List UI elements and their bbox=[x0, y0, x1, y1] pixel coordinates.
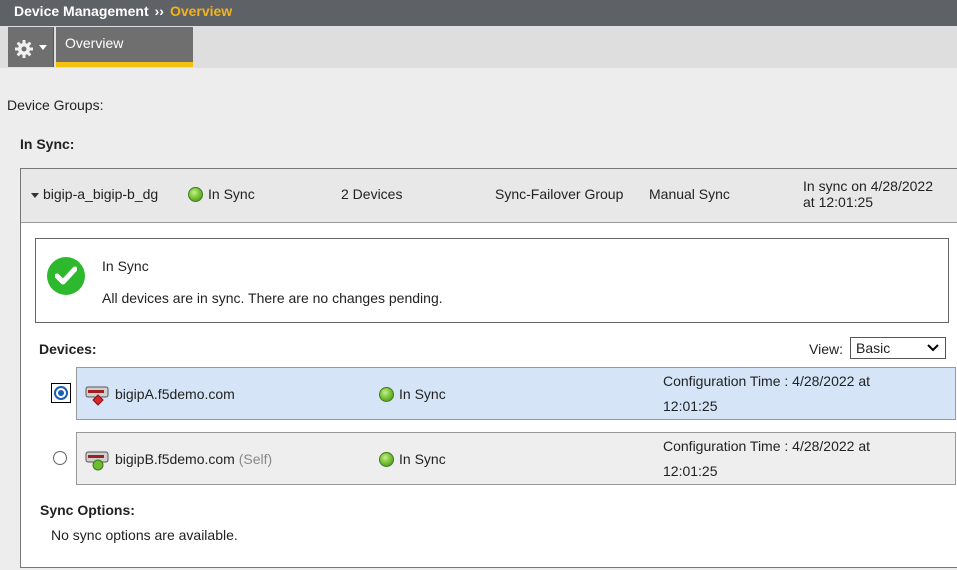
group-sync-type: Manual Sync bbox=[649, 186, 730, 202]
device-group-header[interactable]: bigip-a_bigip-b_dg In Sync 2 Devices Syn… bbox=[21, 169, 957, 223]
device-row[interactable]: bigipA.f5demo.com In Sync Configuration … bbox=[76, 367, 956, 420]
view-select-value: Basic bbox=[856, 340, 891, 356]
group-status-text: In Sync bbox=[208, 186, 255, 202]
group-last-sync: In sync on 4/28/2022 at 12:01:25 bbox=[803, 178, 933, 210]
tab-overview[interactable]: Overview bbox=[56, 27, 193, 67]
active-tab-indicator bbox=[56, 62, 193, 67]
devices-label: Devices: bbox=[39, 341, 97, 357]
sync-options-message: No sync options are available. bbox=[51, 527, 238, 543]
breadcrumb-separator: ›› bbox=[154, 3, 164, 19]
group-device-count: 2 Devices bbox=[341, 186, 403, 202]
device-radio-bigipA[interactable] bbox=[54, 386, 68, 400]
device-group-name[interactable]: bigip-a_bigip-b_dg bbox=[31, 186, 158, 202]
group-type: Sync-Failover Group bbox=[495, 186, 624, 202]
breadcrumb-current: Overview bbox=[169, 3, 233, 19]
tab-overview-label: Overview bbox=[65, 35, 124, 51]
device-config-time-value: 12:01:25 bbox=[663, 463, 718, 479]
device-ok-icon bbox=[85, 451, 109, 471]
green-dot-icon bbox=[188, 187, 203, 202]
chevron-down-icon bbox=[39, 45, 47, 50]
group-last-sync-line2: at 12:01:25 bbox=[803, 194, 874, 210]
view-label: View: bbox=[809, 341, 843, 357]
device-row[interactable]: bigipB.f5demo.com (Self) In Sync Configu… bbox=[76, 432, 956, 485]
view-select[interactable]: Basic bbox=[850, 337, 946, 359]
device-config-time-value: 12:01:25 bbox=[663, 398, 718, 414]
gear-icon bbox=[15, 40, 33, 58]
in-sync-heading: In Sync: bbox=[20, 136, 75, 152]
sync-status-message: All devices are in sync. There are no ch… bbox=[102, 290, 443, 306]
sync-status-box: In Sync All devices are in sync. There a… bbox=[35, 238, 949, 323]
device-group-panel: bigip-a_bigip-b_dg In Sync 2 Devices Syn… bbox=[20, 168, 957, 568]
device-status: In Sync bbox=[379, 451, 446, 467]
breadcrumb: Device Management ›› Overview bbox=[0, 0, 957, 26]
sync-options-label: Sync Options: bbox=[40, 502, 135, 518]
device-status-text: In Sync bbox=[399, 386, 446, 402]
collapse-triangle-icon[interactable] bbox=[31, 192, 39, 198]
device-name[interactable]: bigipA.f5demo.com bbox=[115, 386, 235, 402]
group-status: In Sync bbox=[188, 186, 255, 202]
chevron-down-icon bbox=[927, 344, 939, 352]
green-dot-icon bbox=[379, 387, 394, 402]
device-groups-label: Device Groups: bbox=[7, 97, 104, 113]
group-last-sync-line1: In sync on 4/28/2022 bbox=[803, 178, 933, 194]
checkmark-icon bbox=[47, 257, 85, 295]
device-radio-bigipB[interactable] bbox=[53, 451, 67, 465]
settings-menu-button[interactable] bbox=[8, 27, 54, 67]
tab-bar: Overview bbox=[0, 26, 957, 68]
device-group-name-text: bigip-a_bigip-b_dg bbox=[43, 186, 159, 202]
device-name-text: bigipB.f5demo.com bbox=[115, 451, 235, 467]
self-tag: (Self) bbox=[238, 451, 273, 467]
breadcrumb-section[interactable]: Device Management bbox=[14, 3, 149, 19]
sync-status-title: In Sync bbox=[102, 258, 149, 274]
green-dot-icon bbox=[379, 452, 394, 467]
device-status-text: In Sync bbox=[399, 451, 446, 467]
device-alert-icon bbox=[85, 386, 109, 406]
device-config-time: Configuration Time : 4/28/2022 at bbox=[663, 373, 871, 389]
device-config-time: Configuration Time : 4/28/2022 at bbox=[663, 438, 871, 454]
device-status: In Sync bbox=[379, 386, 446, 402]
device-name[interactable]: bigipB.f5demo.com (Self) bbox=[115, 451, 272, 467]
